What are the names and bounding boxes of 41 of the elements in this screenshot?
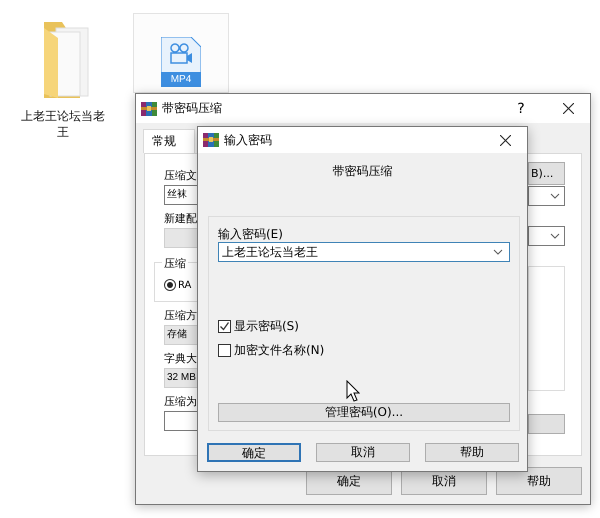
chevron-down-icon bbox=[550, 193, 560, 199]
file-name: 上老王论坛当老王 bbox=[20, 108, 106, 140]
dialog-heading: 带密码压缩 bbox=[332, 163, 392, 180]
mouse-pointer-icon bbox=[346, 380, 360, 402]
window-title: 带密码压缩 bbox=[162, 100, 223, 117]
dialog-title: 输入密码 bbox=[224, 132, 273, 148]
help-button[interactable]: ? bbox=[501, 100, 541, 116]
password-combo[interactable]: 上老王论坛当老王 bbox=[218, 242, 510, 262]
dropdown[interactable]: 存储 bbox=[164, 325, 200, 345]
manage-passwords-button[interactable]: 管理密码(O)... bbox=[218, 403, 510, 422]
chevron-down-icon bbox=[493, 249, 503, 255]
field-label: 压缩为 bbox=[164, 395, 198, 409]
group-title: 压缩 bbox=[162, 256, 188, 271]
dialog-button[interactable]: 确定 bbox=[207, 443, 301, 462]
close-icon bbox=[562, 103, 574, 114]
field-label: 压缩方 bbox=[164, 309, 198, 323]
chevron-down-icon bbox=[550, 233, 560, 239]
dialog-button[interactable]: 帮助 bbox=[496, 467, 582, 495]
dropdown[interactable]: 32 MB bbox=[164, 368, 200, 388]
checkbox-option[interactable]: 加密文件名称(N) bbox=[218, 342, 324, 359]
options-button[interactable]: B)... bbox=[528, 162, 565, 185]
text-field[interactable]: 丝袜 bbox=[164, 185, 200, 205]
field-label: 字典大 bbox=[164, 352, 198, 366]
checkbox-option[interactable]: 显示密码(S) bbox=[218, 318, 299, 335]
text-field[interactable] bbox=[164, 411, 200, 431]
checkbox[interactable] bbox=[218, 344, 231, 357]
dropdown[interactable] bbox=[528, 186, 565, 206]
close-icon bbox=[500, 134, 510, 146]
books-icon bbox=[203, 132, 219, 148]
file-type-label: MP4 bbox=[161, 72, 201, 87]
field-label: 新建配 bbox=[164, 212, 198, 226]
dialog-button[interactable]: 帮助 bbox=[425, 443, 519, 462]
field-label: 输入密码(E) bbox=[218, 226, 283, 242]
books-icon bbox=[141, 100, 157, 116]
video-file-icon bbox=[161, 37, 201, 73]
field-label: 压缩文 bbox=[164, 169, 198, 183]
tab[interactable]: 常规 bbox=[143, 129, 195, 153]
dialog-button[interactable]: 取消 bbox=[316, 443, 410, 462]
radio-option[interactable]: RA bbox=[164, 279, 199, 291]
checkbox[interactable] bbox=[218, 320, 231, 333]
dropdown[interactable] bbox=[528, 226, 565, 246]
